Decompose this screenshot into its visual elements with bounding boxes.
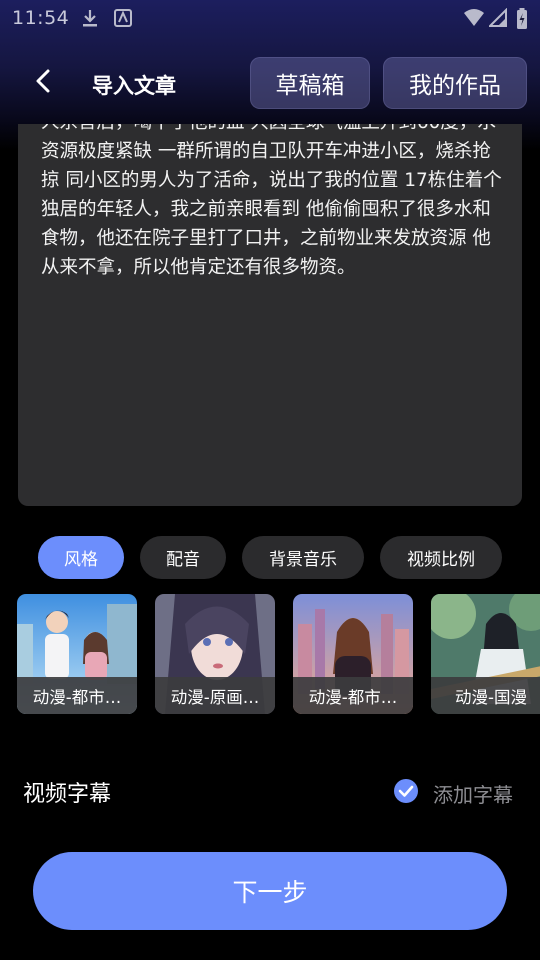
signal-icon: [487, 7, 507, 32]
style-card-anime-guoman[interactable]: 动漫-国漫: [431, 594, 540, 714]
tab-voiceover[interactable]: 配音: [140, 536, 226, 579]
back-button[interactable]: [26, 66, 60, 100]
article-text-area[interactable]: 人杀害后，喝干了他的血 只因全球气温上升到60度，水资源极度紧缺 一群所谓的自卫…: [18, 124, 522, 506]
battery-icon: [516, 8, 528, 34]
style-card-anime-illustration[interactable]: 动漫-原画…: [155, 594, 275, 714]
tab-video-ratio[interactable]: 视频比例: [380, 536, 502, 579]
app-notification-icon: [114, 8, 132, 32]
wifi-icon: [463, 8, 485, 32]
style-label: 动漫-都市…: [293, 677, 413, 714]
tab-style[interactable]: 风格: [38, 536, 124, 579]
next-step-button[interactable]: 下一步: [33, 852, 507, 930]
page-title: 导入文章: [92, 74, 176, 98]
status-bar: 11:54: [0, 0, 540, 36]
style-card-anime-urban-2[interactable]: 动漫-都市…: [293, 594, 413, 714]
subtitle-section-title: 视频字幕: [23, 782, 112, 807]
drafts-button[interactable]: 草稿箱: [250, 57, 370, 109]
status-time: 11:54: [12, 7, 70, 29]
style-label: 动漫-原画…: [155, 677, 275, 714]
download-icon: [80, 8, 100, 32]
my-works-button[interactable]: 我的作品: [383, 57, 527, 109]
style-label: 动漫-国漫: [431, 677, 540, 714]
style-card-anime-urban-1[interactable]: 动漫-都市…: [17, 594, 137, 714]
article-text: 人杀害后，喝干了他的血 只因全球气温上升到60度，水资源极度紧缺 一群所谓的自卫…: [41, 124, 502, 278]
tab-background-music[interactable]: 背景音乐: [242, 536, 364, 579]
chevron-left-icon: [33, 68, 53, 98]
add-subtitle-checkbox[interactable]: [393, 778, 419, 804]
checkmark-icon: [393, 779, 419, 808]
add-subtitle-label[interactable]: 添加字幕: [433, 779, 513, 808]
style-label: 动漫-都市…: [17, 677, 137, 714]
